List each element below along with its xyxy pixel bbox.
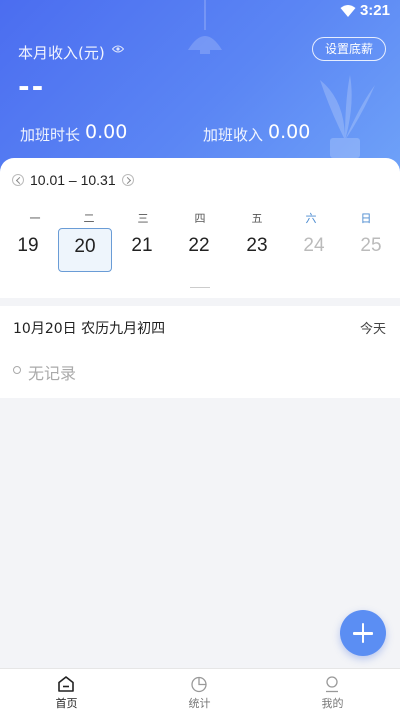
weekday-label: 三: [137, 212, 149, 225]
home-icon: [58, 676, 74, 692]
date-cell[interactable]: 19: [1, 228, 55, 272]
weekday-label: 六: [305, 212, 317, 225]
weekday-label: 一: [29, 212, 41, 225]
weekday-label: 四: [194, 212, 206, 225]
lamp-illustration-icon: [188, 0, 222, 54]
selected-day-title: 10月20日 农历九月初四: [13, 321, 166, 337]
overtime-income-label: 加班收入: [203, 126, 264, 144]
weekday-header: 一 二 三 四 五 六 日: [0, 210, 400, 225]
day-detail-panel: 10月20日 农历九月初四 今天 无记录: [0, 306, 400, 398]
week-calendar: 10.01 – 10.31 一 二 三 四 五 六 日 19 20 21 22 …: [0, 158, 400, 298]
overtime-income-value: 0.00: [268, 121, 311, 143]
weekday-label: 日: [360, 212, 372, 225]
chevron-left-icon[interactable]: [12, 174, 24, 186]
plant-illustration-icon: [320, 75, 375, 158]
overtime-hours-value: 0.00: [85, 121, 128, 143]
empty-dot-icon: [13, 366, 21, 374]
tab-label: 统计: [188, 697, 211, 710]
date-cell-selected[interactable]: 20: [58, 228, 112, 272]
date-cell[interactable]: 24: [287, 228, 341, 272]
calendar-expand-handle[interactable]: [190, 287, 210, 288]
tab-home[interactable]: 首页: [0, 669, 133, 711]
tab-stats[interactable]: 统计: [133, 669, 266, 711]
date-cell[interactable]: 22: [172, 228, 226, 272]
date-cell[interactable]: 23: [230, 228, 284, 272]
date-row: 19 20 21 22 23 24 25: [0, 228, 400, 272]
set-base-salary-button[interactable]: 设置底薪: [312, 37, 386, 61]
no-record-text: 无记录: [28, 364, 77, 383]
wifi-icon: [340, 5, 356, 17]
tab-label: 首页: [55, 697, 78, 710]
monthly-income-value: --: [18, 70, 46, 103]
monthly-income-label: 本月收入(元): [18, 44, 105, 62]
overtime-hours-label: 加班时长: [20, 126, 81, 144]
today-button[interactable]: 今天: [360, 318, 386, 337]
add-record-button[interactable]: [340, 610, 386, 656]
month-range-selector: 10.01 – 10.31: [12, 170, 134, 190]
tab-profile[interactable]: 我的: [266, 669, 399, 711]
weekday-label: 五: [251, 212, 263, 225]
profile-icon: [326, 676, 338, 693]
bottom-tab-bar: 首页 统计 我的: [0, 668, 400, 711]
eye-icon[interactable]: [112, 44, 124, 54]
date-cell[interactable]: 21: [115, 228, 169, 272]
status-time: 3:21: [359, 2, 390, 19]
month-range-text[interactable]: 10.01 – 10.31: [30, 172, 116, 188]
date-cell[interactable]: 25: [344, 228, 398, 272]
pie-chart-icon: [191, 676, 207, 693]
tab-label: 我的: [321, 697, 344, 710]
income-header: 3:21 本月收入(元) 设置底薪 -- 加班时长 0.00 加班收入 0.00: [0, 0, 400, 178]
weekday-label: 二: [83, 212, 95, 225]
chevron-right-icon[interactable]: [121, 174, 134, 186]
